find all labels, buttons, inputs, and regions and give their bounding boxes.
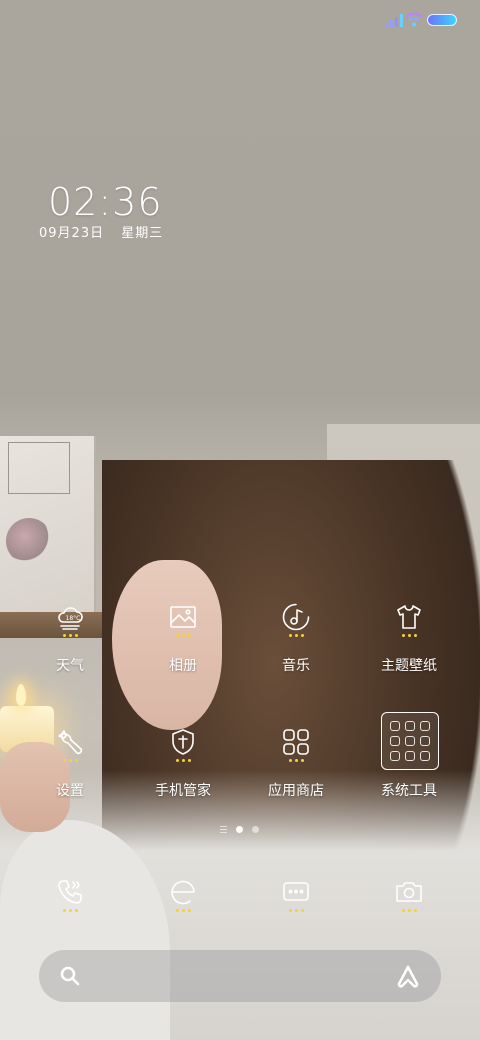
dock-camera[interactable] xyxy=(379,877,439,919)
app-label: 音乐 xyxy=(282,658,310,674)
app-settings[interactable]: 设置 xyxy=(14,727,126,813)
shield-icon xyxy=(168,727,198,757)
page-indicator[interactable] xyxy=(218,825,262,835)
app-label: 相册 xyxy=(169,658,197,674)
status-bar xyxy=(0,0,480,40)
app-indicator-dots xyxy=(240,759,352,765)
app-weather[interactable]: 18°C 天气 xyxy=(14,602,126,688)
weekday-text: 星期三 xyxy=(121,226,164,241)
app-system-tools-label-wrap: 系统工具 xyxy=(353,727,465,799)
svg-text:18°C: 18°C xyxy=(66,615,81,622)
app-indicator-dots xyxy=(153,909,213,912)
music-icon xyxy=(281,602,311,632)
page-dot-active xyxy=(236,826,243,833)
wrench-icon xyxy=(55,727,85,757)
camera-icon xyxy=(394,877,424,907)
app-gallery[interactable]: 相册 xyxy=(127,602,239,688)
app-label: 设置 xyxy=(56,783,84,799)
signal-bars-icon xyxy=(385,14,403,27)
assistant-icon[interactable] xyxy=(395,963,421,989)
wallpaper-poster xyxy=(0,436,96,612)
app-indicator-dots xyxy=(40,909,100,912)
app-label: 主题壁纸 xyxy=(381,658,437,674)
search-icon[interactable] xyxy=(58,964,82,988)
app-label: 系统工具 xyxy=(381,783,437,799)
clock-date[interactable]: 09月23日 星期三 xyxy=(39,222,189,242)
tshirt-icon xyxy=(394,602,424,632)
app-phone-manager[interactable]: 手机管家 xyxy=(127,727,239,813)
dock-browser[interactable] xyxy=(153,877,213,919)
app-indicator-dots xyxy=(240,634,352,640)
app-indicator-dots xyxy=(379,909,439,912)
menu-lines-icon xyxy=(220,826,227,833)
app-themes[interactable]: 主题壁纸 xyxy=(353,602,465,688)
dock-phone[interactable] xyxy=(40,877,100,919)
app-indicator-dots xyxy=(353,634,465,640)
app-music[interactable]: 音乐 xyxy=(240,602,352,688)
search-bar[interactable] xyxy=(39,950,441,1002)
apps-grid-icon xyxy=(281,727,311,757)
app-label: 天气 xyxy=(56,658,84,674)
gallery-icon xyxy=(168,602,198,632)
phone-icon xyxy=(55,877,85,907)
app-indicator-dots xyxy=(127,759,239,765)
date-text: 09月23日 xyxy=(39,226,105,241)
weather-icon: 18°C xyxy=(55,602,85,632)
app-indicator-dots xyxy=(14,634,126,640)
app-indicator-dots xyxy=(266,909,326,912)
battery-icon xyxy=(427,14,457,26)
app-label: 手机管家 xyxy=(155,783,211,799)
app-label: 应用商店 xyxy=(268,783,324,799)
app-store[interactable]: 应用商店 xyxy=(240,727,352,813)
dock-messages[interactable] xyxy=(266,877,326,919)
wifi-icon xyxy=(405,12,423,27)
app-indicator-dots xyxy=(14,759,126,765)
page-dot xyxy=(252,826,259,833)
app-indicator-dots xyxy=(127,634,239,640)
browser-icon xyxy=(168,877,198,907)
messages-icon xyxy=(281,877,311,907)
